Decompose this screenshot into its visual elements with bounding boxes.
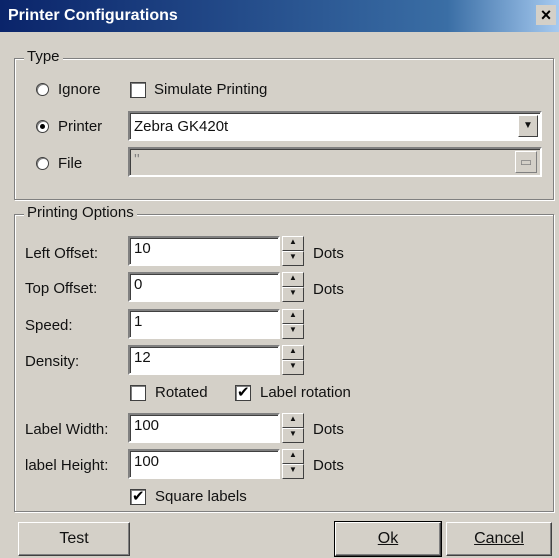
density-spinner[interactable]: ▲ ▼	[282, 345, 304, 375]
ok-label: Ok	[377, 530, 399, 547]
close-button[interactable]: ×	[536, 5, 556, 25]
speed-input[interactable]: 1	[128, 309, 280, 339]
label-width-unit: Dots	[313, 421, 344, 438]
cancel-label: Cancel	[474, 530, 524, 547]
file-path-input[interactable]: ''	[128, 147, 542, 177]
test-button[interactable]: Test	[18, 522, 130, 556]
folder-icon[interactable]: ▭	[515, 151, 537, 173]
file-radio[interactable]	[36, 157, 49, 170]
density-input[interactable]: 12	[128, 345, 280, 375]
speed-spinner[interactable]: ▲ ▼	[282, 309, 304, 339]
rotated-checkbox[interactable]	[130, 385, 146, 401]
top-offset-spinner[interactable]: ▲ ▼	[282, 272, 304, 302]
printer-select[interactable]: Zebra GK420t	[128, 111, 542, 141]
left-offset-label: Left Offset:	[25, 245, 99, 262]
label-width-spinner[interactable]: ▲ ▼	[282, 413, 304, 443]
simulate-printing-checkbox[interactable]	[130, 82, 146, 98]
label-rotation-label: Label rotation	[260, 384, 351, 401]
file-label: File	[58, 155, 83, 172]
top-offset-input[interactable]: 0	[128, 272, 280, 302]
density-label: Density:	[25, 353, 80, 370]
ignore-radio[interactable]	[36, 83, 49, 96]
label-rotation-checkbox[interactable]	[235, 383, 251, 401]
label-height-label: label Height:	[25, 457, 109, 474]
chevron-down-icon[interactable]: ▼	[518, 115, 538, 137]
ignore-label: Ignore	[58, 81, 101, 98]
top-offset-label: Top Offset:	[25, 280, 98, 297]
square-labels-label: Square labels	[155, 488, 247, 505]
type-group-legend: Type	[24, 48, 63, 65]
printer-radio[interactable]	[36, 120, 49, 133]
left-offset-input[interactable]: 10	[128, 236, 280, 266]
label-height-unit: Dots	[313, 457, 344, 474]
square-labels-checkbox[interactable]	[130, 487, 146, 505]
label-height-input[interactable]: 100	[128, 449, 280, 479]
label-height-spinner[interactable]: ▲ ▼	[282, 449, 304, 479]
printing-options-legend: Printing Options	[24, 204, 137, 221]
left-offset-spinner[interactable]: ▲ ▼	[282, 236, 304, 266]
simulate-printing-label: Simulate Printing	[154, 81, 268, 98]
label-width-input[interactable]: 100	[128, 413, 280, 443]
window-title: Printer Configurations	[8, 7, 178, 24]
top-offset-unit: Dots	[313, 281, 344, 298]
left-offset-unit: Dots	[313, 245, 344, 262]
speed-label: Speed:	[25, 317, 73, 334]
ok-button[interactable]: Ok	[334, 521, 442, 557]
label-width-label: Label Width:	[25, 421, 109, 438]
cancel-button[interactable]: Cancel	[446, 522, 552, 556]
printer-label: Printer	[58, 118, 103, 135]
rotated-label: Rotated	[155, 384, 208, 401]
